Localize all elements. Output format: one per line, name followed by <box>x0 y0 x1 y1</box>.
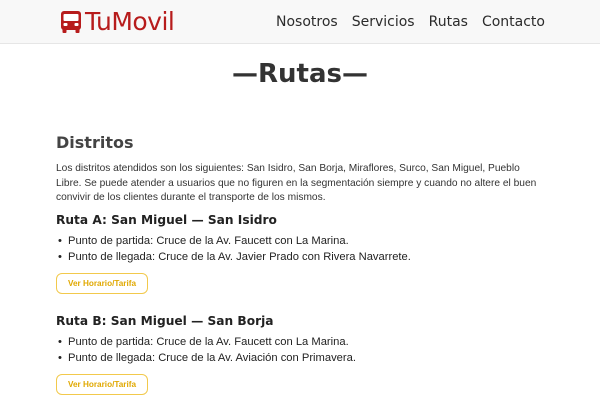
nav-rutas[interactable]: Rutas <box>429 13 468 31</box>
nav-nosotros[interactable]: Nosotros <box>276 13 338 31</box>
route-point: Punto de llegada: Cruce de la Av. Javier… <box>58 249 556 265</box>
route-b: Ruta B: San Miguel — San Borja Punto de … <box>56 313 556 395</box>
route-point: Punto de partida: Cruce de la Av. Faucet… <box>58 334 556 350</box>
routes-content: Distritos Los distritos atendidos son lo… <box>56 132 556 395</box>
route-point: Punto de partida: Cruce de la Av. Faucet… <box>58 233 556 249</box>
brand-name: TuMovil <box>85 7 175 36</box>
navbar: TuMovil Nosotros Servicios Rutas Contact… <box>0 0 600 44</box>
section-title: Distritos <box>56 133 134 152</box>
brand-logo[interactable]: TuMovil <box>60 7 175 36</box>
schedule-fare-button[interactable]: Ver Horario/Tarifa <box>56 272 148 294</box>
route-title: Ruta A: San Miguel — San Isidro <box>56 212 277 227</box>
route-title: Ruta B: San Miguel — San Borja <box>56 313 274 328</box>
bus-icon <box>60 10 82 34</box>
districts-description: Los distritos atendidos son los siguient… <box>56 163 537 203</box>
nav-contacto[interactable]: Contacto <box>482 13 545 31</box>
nav-servicios[interactable]: Servicios <box>352 13 415 31</box>
route-a: Ruta A: San Miguel — San Isidro Punto de… <box>56 212 556 294</box>
main-nav: Nosotros Servicios Rutas Contacto <box>276 13 545 31</box>
page-title: —Rutas— <box>232 59 368 89</box>
route-points-list: Punto de partida: Cruce de la Av. Faucet… <box>58 233 556 265</box>
route-point: Punto de llegada: Cruce de la Av. Aviaci… <box>58 350 556 366</box>
schedule-fare-button[interactable]: Ver Horario/Tarifa <box>56 373 148 395</box>
route-points-list: Punto de partida: Cruce de la Av. Faucet… <box>58 334 556 366</box>
